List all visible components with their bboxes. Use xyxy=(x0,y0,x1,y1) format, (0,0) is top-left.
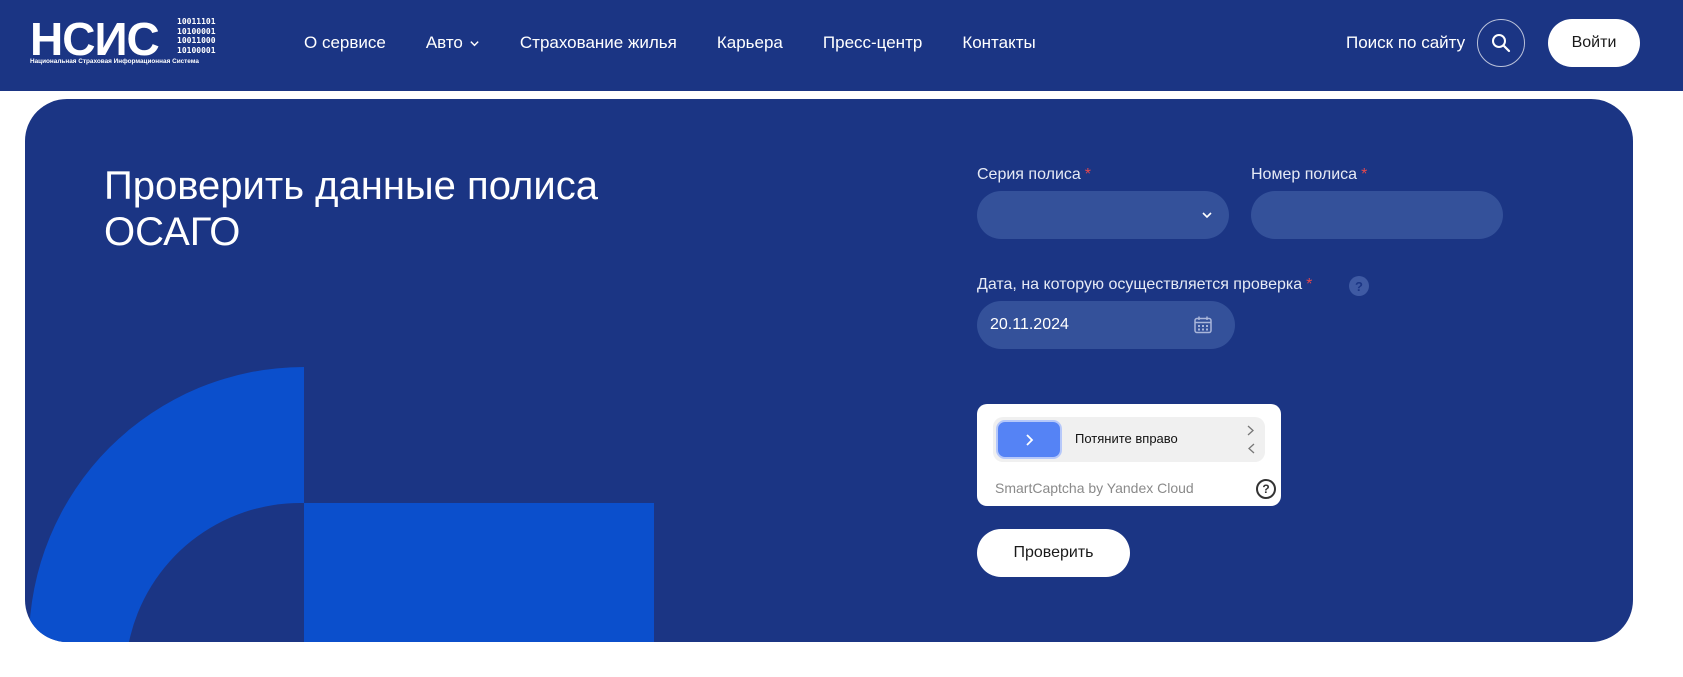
logo-subtitle: Национальная Страховая Информационная Си… xyxy=(30,58,199,65)
policy-number-input[interactable] xyxy=(1251,191,1503,239)
captcha-slider-handle[interactable] xyxy=(996,420,1062,459)
logo-binary: 10011101 10100001 10011000 10100001 xyxy=(177,17,216,55)
nsis-logo[interactable]: НСИС 10011101 10100001 10011000 10100001 На… xyxy=(30,16,222,68)
captcha-slider[interactable]: Потяните вправо xyxy=(993,417,1265,462)
series-label: Серия полиса * xyxy=(977,166,1092,183)
captcha-slider-text: Потяните вправо xyxy=(1075,431,1178,446)
check-button[interactable]: Проверить xyxy=(977,529,1130,577)
site-header: НСИС 10011101 10100001 10011000 10100001 На… xyxy=(0,0,1683,91)
page-title: Проверить данные полиса ОСАГО xyxy=(104,164,598,254)
captcha-brand[interactable]: SmartCaptcha by Yandex Cloud xyxy=(995,480,1194,496)
arrows-icon xyxy=(1247,425,1255,454)
series-select[interactable] xyxy=(977,191,1229,239)
search-button[interactable] xyxy=(1477,19,1525,67)
search-label[interactable]: Поиск по сайту xyxy=(1346,31,1465,55)
deco-inner-arc xyxy=(129,502,304,642)
date-input[interactable]: 20.11.2024 xyxy=(977,301,1235,349)
date-label: Дата, на которую осуществляется проверка… xyxy=(977,276,1313,293)
login-button[interactable]: Войти xyxy=(1548,19,1640,67)
calendar-icon[interactable] xyxy=(1193,315,1213,335)
captcha-help-icon[interactable]: ? xyxy=(1256,479,1276,499)
main-nav: О сервисе Авто Страхование жилья Карьера… xyxy=(304,31,1036,55)
nav-item-about[interactable]: О сервисе xyxy=(304,31,386,55)
nav-item-press-center[interactable]: Пресс-центр xyxy=(823,31,922,55)
policy-check-card: Проверить данные полиса ОСАГО Серия поли… xyxy=(25,99,1633,642)
smart-captcha: Потяните вправо SmartCaptcha by Yandex C… xyxy=(977,404,1281,506)
chevron-right-icon xyxy=(1026,433,1034,446)
nav-item-home-insurance[interactable]: Страхование жилья xyxy=(520,31,677,55)
nav-item-contacts[interactable]: Контакты xyxy=(962,31,1035,55)
deco-quarter-circle-large xyxy=(29,367,304,642)
chevron-down-icon xyxy=(1202,212,1212,219)
nav-item-career[interactable]: Карьера xyxy=(717,31,783,55)
number-label: Номер полиса * xyxy=(1251,166,1368,183)
logo-wordmark: НСИС xyxy=(30,13,160,65)
deco-rect xyxy=(304,503,654,642)
nav-item-auto[interactable]: Авто xyxy=(426,31,480,55)
date-help-icon[interactable]: ? xyxy=(1349,276,1369,296)
chevron-down-icon xyxy=(470,40,479,46)
search-icon xyxy=(1492,34,1511,53)
